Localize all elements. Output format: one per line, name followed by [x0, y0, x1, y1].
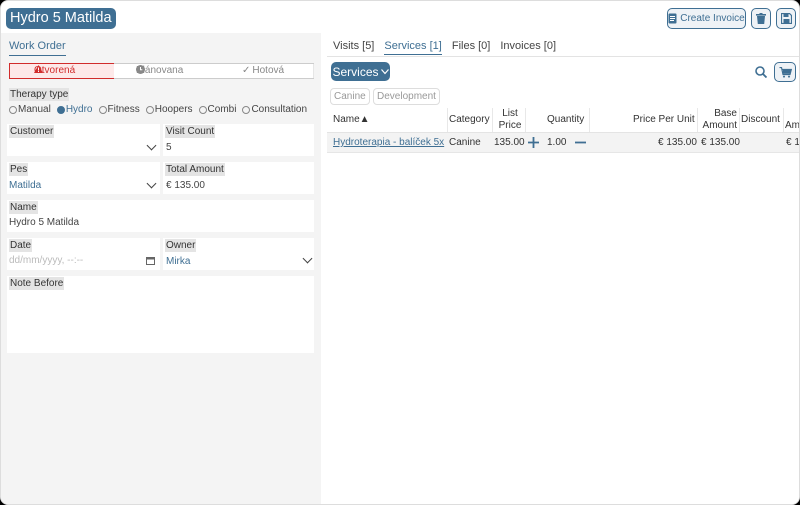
radio-hydro-label: Hydro: [65, 104, 93, 115]
service-quantity[interactable]: 1.00: [547, 137, 566, 148]
radio-circle: [98, 105, 107, 114]
page-title: Hydro 5 Matilda: [6, 8, 116, 29]
note-before-label: Note Before: [9, 277, 65, 290]
cart-icon: [779, 66, 792, 78]
filter-chip-canine[interactable]: Canine: [330, 88, 370, 105]
visit-count-value: 5: [166, 142, 172, 153]
filter-chip-development[interactable]: Development: [373, 88, 440, 105]
column-divider: [697, 108, 698, 132]
radio-circle: [145, 105, 154, 114]
owner-value: Mirka: [166, 256, 191, 267]
owner-label: Owner: [165, 239, 197, 252]
therapy-type-radio-group: Manual Hydro Fitness Hoopers Combi Consu…: [9, 104, 310, 115]
clock-icon: [136, 65, 145, 74]
pes-value: Matilda: [9, 180, 42, 191]
radio-consultation[interactable]: Consultation: [242, 104, 307, 115]
tabs-divider: [327, 56, 799, 57]
col-base-amount[interactable]: Base Amount: [699, 108, 737, 132]
radio-circle: [9, 105, 17, 114]
radio-circle: [56, 105, 65, 114]
tab-files[interactable]: Files [0]: [452, 40, 491, 55]
search-icon[interactable]: [755, 66, 767, 78]
service-base-amount: € 135.00: [701, 137, 740, 148]
pes-label: Pes: [9, 163, 29, 176]
services-button-label: Services: [332, 64, 379, 79]
column-divider: [739, 108, 740, 132]
col-quantity[interactable]: Quantity: [547, 114, 584, 126]
service-list-price: 135.00: [494, 137, 525, 148]
table-row[interactable]: Hydroterapia - balíček 5x Canine 135.00 …: [327, 133, 800, 153]
therapy-type-label: Therapy type: [9, 88, 70, 101]
delete-button[interactable]: [751, 8, 771, 29]
radio-combi[interactable]: Combi: [198, 104, 237, 115]
radio-fitness-label: Fitness: [107, 104, 140, 115]
col-list-price-line2: Price: [498, 120, 522, 131]
visit-count-label: Visit Count: [165, 125, 216, 138]
tab-work-order[interactable]: Work Order: [9, 40, 66, 56]
status-step-done-label: Hotová: [252, 65, 285, 76]
col-discount[interactable]: Discount: [741, 114, 780, 126]
minus-icon[interactable]: [575, 137, 586, 148]
radio-fitness[interactable]: Fitness: [98, 104, 140, 115]
service-price-per-unit: € 135.00: [658, 137, 697, 148]
tab-services[interactable]: Services [1]: [384, 40, 442, 55]
service-name-link[interactable]: Hydroterapia - balíček 5x: [333, 137, 444, 148]
check-icon: ✓: [242, 65, 251, 76]
customer-label: Customer: [9, 125, 55, 138]
invoice-icon: [668, 13, 677, 24]
col-category[interactable]: Category: [449, 114, 490, 126]
col-list-price-line1: List: [502, 108, 518, 119]
calendar-icon[interactable]: [146, 256, 155, 265]
radio-combi-label: Combi: [207, 104, 237, 115]
status-step-planned[interactable]: Plánovana: [136, 65, 183, 76]
grid-body: [327, 153, 799, 504]
name-label: Name: [9, 201, 38, 214]
radio-hydro[interactable]: Hydro: [56, 104, 93, 115]
radio-manual[interactable]: Manual: [9, 104, 51, 115]
warning-icon: [34, 65, 43, 73]
radio-circle: [242, 105, 251, 114]
save-button[interactable]: [776, 8, 796, 29]
status-step-done[interactable]: ✓ Hotová: [242, 65, 284, 76]
radio-circle: [198, 105, 207, 114]
detail-tabs: Visits [5] Services [1] Files [0] Invoic…: [333, 40, 556, 55]
total-amount-label: Total Amount: [165, 163, 225, 176]
date-placeholder: dd/mm/yyyy, --:--: [9, 255, 84, 266]
services-dropdown-button[interactable]: Services: [331, 62, 390, 81]
radio-hoopers-label: Hoopers: [154, 104, 193, 115]
create-invoice-button[interactable]: Create Invoice: [667, 8, 746, 29]
tab-invoices[interactable]: Invoices [0]: [500, 40, 556, 55]
grid-header: Name▲ Category List Price Quantity Price…: [327, 106, 799, 133]
app-window: Hydro 5 Matilda Create Invoice Work Orde…: [0, 0, 800, 505]
status-stepper: Otvorená Plánovana ✓ Hotová: [9, 63, 314, 79]
create-invoice-label: Create Invoice: [680, 13, 745, 24]
col-list-price[interactable]: List Price: [497, 108, 523, 132]
name-value: Hydro 5 Matilda: [9, 217, 80, 228]
radio-hoopers[interactable]: Hoopers: [145, 104, 193, 115]
radio-consultation-label: Consultation: [251, 104, 308, 115]
tab-visits[interactable]: Visits [5]: [333, 40, 374, 55]
save-icon: [780, 13, 792, 24]
column-divider: [589, 108, 590, 132]
service-amount: € 1: [786, 137, 800, 148]
column-divider: [492, 108, 493, 132]
chevron-down-icon: [380, 68, 389, 74]
col-base-amount-line2: Amount: [702, 120, 737, 131]
status-step-open[interactable]: Otvorená: [34, 65, 75, 76]
service-category: Canine: [449, 137, 481, 148]
column-divider: [525, 108, 526, 132]
radio-manual-label: Manual: [18, 104, 51, 115]
total-amount-value: € 135.00: [166, 180, 205, 191]
col-name[interactable]: Name▲: [333, 114, 370, 126]
column-divider: [447, 108, 448, 132]
plus-icon[interactable]: [528, 137, 539, 148]
cart-button[interactable]: [774, 62, 796, 82]
date-label: Date: [9, 239, 33, 252]
trash-icon: [756, 13, 766, 24]
work-order-panel: Work Order Otvorená Plánovana ✓ Hotová T…: [1, 33, 321, 504]
column-divider: [783, 108, 784, 132]
col-base-amount-line1: Base: [714, 108, 737, 119]
col-amount[interactable]: Am: [785, 120, 799, 132]
col-price-per-unit[interactable]: Price Per Unit: [633, 114, 695, 126]
